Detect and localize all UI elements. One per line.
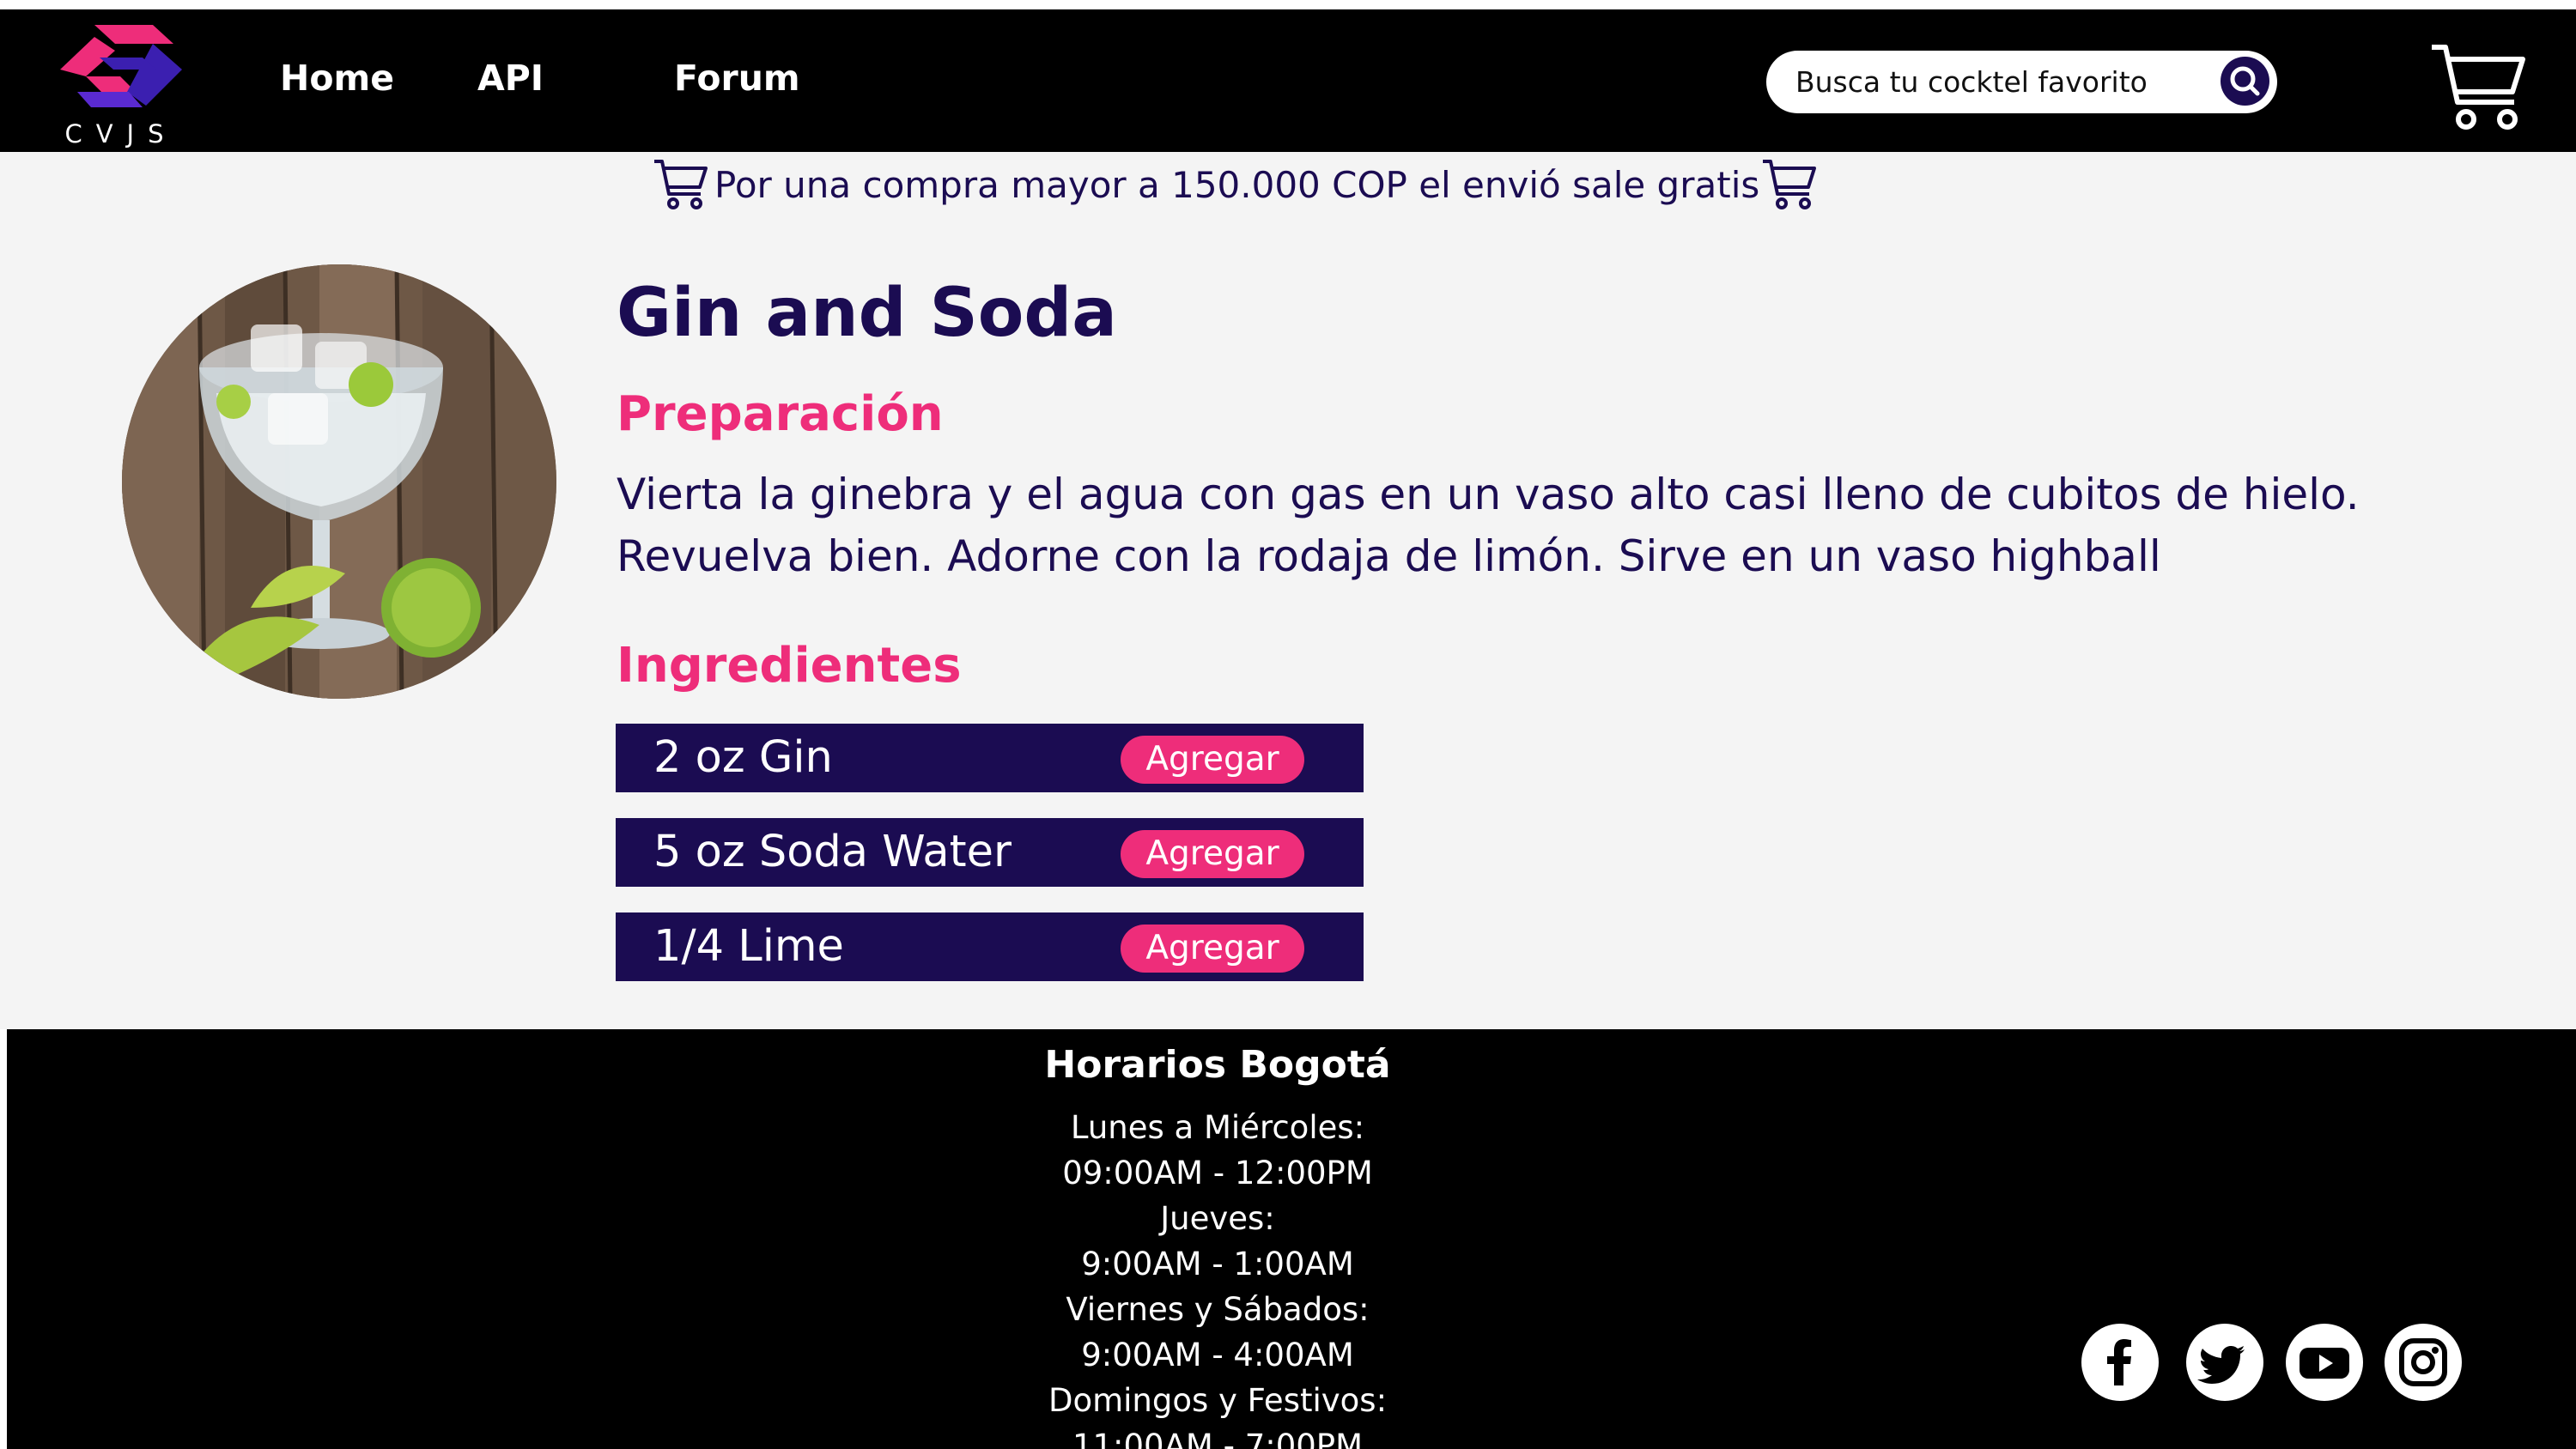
footer-title: Horarios Bogotá — [1044, 1043, 1391, 1087]
hours-line: Jueves: — [1160, 1200, 1275, 1237]
instagram-icon — [2399, 1338, 2447, 1386]
ingredient-name: 1/4 Lime — [653, 921, 844, 972]
shipping-text: Por una compra mayor a 150.000 COP el en… — [714, 163, 1760, 206]
cart-icon — [1763, 160, 1817, 209]
logo[interactable]: CVJS — [57, 25, 185, 149]
hours-line: Domingos y Festivos: — [1048, 1382, 1388, 1419]
hours-line: 11:00AM - 7:00PM — [1072, 1428, 1364, 1449]
logo-text: CVJS — [64, 119, 178, 149]
ingredients-heading: Ingredientes — [617, 638, 962, 694]
cart-button[interactable] — [2430, 44, 2526, 132]
opening-hours: Lunes a Miércoles: 09:00AM - 12:00PM Jue… — [7, 1105, 2428, 1449]
preparation-heading: Preparación — [617, 386, 944, 442]
main-content: Por una compra mayor a 150.000 COP el en… — [0, 152, 2576, 1029]
hours-line: Lunes a Miércoles: — [1070, 1109, 1365, 1146]
hours-line: 9:00AM - 4:00AM — [1081, 1337, 1354, 1373]
search-button[interactable] — [2221, 57, 2269, 106]
shipping-banner: Por una compra mayor a 150.000 COP el en… — [653, 152, 1817, 217]
nav-api[interactable]: API — [477, 58, 544, 99]
instagram-link[interactable] — [2385, 1324, 2462, 1401]
cart-icon — [2432, 45, 2525, 130]
search-icon — [2230, 66, 2260, 96]
search-bar — [1766, 51, 2277, 113]
ingredient-row: 1/4 Lime Agregar — [616, 912, 1364, 981]
add-ingredient-button[interactable]: Agregar — [1121, 736, 1304, 784]
ingredient-name: 5 oz Soda Water — [653, 827, 1012, 877]
facebook-link[interactable] — [2081, 1324, 2159, 1401]
search-input[interactable] — [1795, 51, 2208, 113]
youtube-link[interactable] — [2286, 1324, 2363, 1401]
facebook-icon — [2107, 1339, 2131, 1385]
ingredient-row: 2 oz Gin Agregar — [616, 724, 1364, 792]
cocktail-image — [122, 264, 556, 699]
logo-mark-icon — [60, 25, 182, 107]
ingredient-name: 2 oz Gin — [653, 732, 833, 783]
add-ingredient-button[interactable]: Agregar — [1121, 925, 1304, 973]
hours-line: 9:00AM - 1:00AM — [1081, 1246, 1354, 1282]
ingredient-row: 5 oz Soda Water Agregar — [616, 818, 1364, 887]
twitter-link[interactable] — [2186, 1324, 2263, 1401]
hours-line: 09:00AM - 12:00PM — [1062, 1155, 1373, 1191]
add-ingredient-button[interactable]: Agregar — [1121, 830, 1304, 878]
cart-icon — [654, 160, 708, 209]
navbar: CVJS Home API Forum — [0, 9, 2576, 152]
hours-line: Viernes y Sábados: — [1066, 1291, 1370, 1328]
twitter-icon — [2197, 1346, 2245, 1384]
preparation-text: Vierta la ginebra y el agua con gas en u… — [617, 470, 2360, 581]
nav-home[interactable]: Home — [280, 58, 394, 99]
recipe-title: Gin and Soda — [617, 275, 1117, 352]
youtube-icon — [2300, 1348, 2349, 1379]
nav-forum[interactable]: Forum — [674, 58, 800, 99]
